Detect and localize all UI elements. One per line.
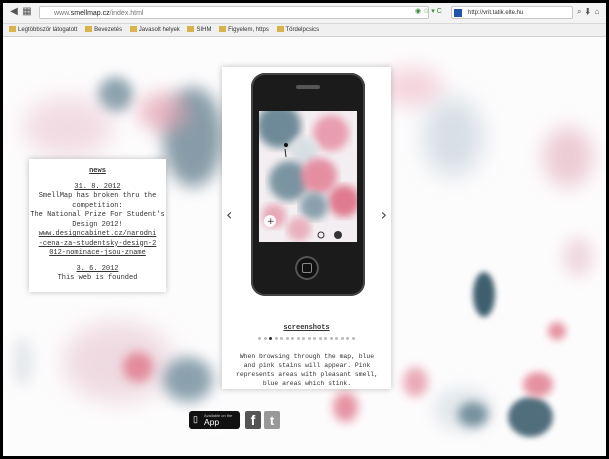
smell-map: +: [259, 111, 357, 241]
carousel-dot[interactable]: [351, 337, 355, 340]
background-stain: [13, 337, 33, 387]
search-icon[interactable]: [317, 231, 325, 239]
back-icon[interactable]: ◀: [8, 6, 20, 18]
bookmark-icon: [9, 26, 16, 32]
carousel-dot[interactable]: [296, 337, 300, 340]
background-stain: [458, 402, 488, 427]
toolbar-icons[interactable]: ⌕⬇⌂: [577, 7, 603, 17]
facebook-icon[interactable]: f: [245, 411, 261, 429]
svg-text:+: +: [267, 217, 275, 227]
smellmap-page: news 31. 8. 2012 SmellMap has broken thr…: [3, 37, 606, 456]
location-icon[interactable]: [334, 231, 342, 239]
background-stain: [543, 127, 593, 187]
carousel-dot[interactable]: [318, 337, 322, 340]
url-prefix: www.: [54, 10, 71, 17]
carousel-dot[interactable]: [335, 337, 338, 340]
bookmark-icon: [85, 26, 93, 32]
background-stain: [403, 367, 428, 397]
carousel-dot[interactable]: [258, 337, 261, 340]
carousel-dot[interactable]: [324, 337, 327, 340]
background-stain: [23, 97, 113, 157]
browser-window: ◀ ▦ www.smellmap.cz/index.html ◉ ☆ ▾ C h…: [3, 3, 606, 456]
screenshot-viewer: ‹ › + screenshots When browsing through …: [222, 67, 391, 389]
bookmark-item[interactable]: Legtöbbször látogatott: [9, 24, 77, 36]
carousel-dot[interactable]: [285, 337, 289, 340]
carousel-dot[interactable]: [329, 337, 333, 340]
carousel-dot[interactable]: [269, 337, 272, 340]
background-stain: [508, 397, 553, 437]
carousel-dot[interactable]: [274, 337, 278, 340]
carousel-dot[interactable]: [280, 337, 283, 340]
phone-mockup: +: [251, 73, 365, 296]
news-date: 31. 8. 2012: [74, 182, 121, 191]
prev-arrow-icon[interactable]: ‹: [226, 205, 232, 224]
phone-screen: +: [259, 111, 357, 242]
screenshots-caption: screenshots: [283, 324, 330, 332]
background-stain: [473, 272, 495, 317]
news-link[interactable]: www.designcabinet.cz/narodni-cena-za-stu…: [29, 230, 166, 259]
carousel-dot[interactable]: [307, 337, 311, 340]
appstore-big-text: App Store: [204, 417, 225, 437]
apple-icon: ▯: [193, 414, 198, 424]
background-stain: [138, 92, 188, 132]
search-text: http://vrit.tatik.elte.hu: [468, 10, 524, 16]
background-stain: [423, 97, 483, 177]
navigation-bar: ◀ ▦ www.smellmap.cz/index.html ◉ ☆ ▾ C h…: [3, 3, 606, 24]
search-bar[interactable]: http://vrit.tatik.elte.hu: [451, 6, 573, 19]
background-stain: [523, 372, 553, 397]
bookmark-item[interactable]: Tördelpcsics: [276, 24, 319, 36]
background-stain: [63, 322, 173, 402]
background-stain: [383, 67, 443, 107]
next-arrow-icon[interactable]: ›: [381, 205, 387, 224]
news-heading: news: [89, 167, 106, 175]
bookmark-icon: [187, 26, 195, 32]
bookmark-item[interactable]: Javasolt helyek: [129, 24, 180, 36]
bookmark-item[interactable]: Bevezetés: [85, 24, 122, 36]
bookmark-icon: [276, 26, 284, 32]
background-stain: [123, 352, 153, 382]
carousel-dot[interactable]: [313, 337, 316, 340]
bookmarks-bar: Legtöbbször látogatott Bevezetés Javasol…: [3, 24, 606, 37]
address-bar[interactable]: www.smellmap.cz/index.html: [39, 6, 429, 19]
url-host: smellmap.cz: [70, 10, 110, 17]
carousel-dot[interactable]: [291, 337, 294, 340]
background-stain: [563, 237, 593, 277]
carousel-dots[interactable]: [258, 337, 358, 343]
home-button: [295, 256, 319, 280]
news-panel: news 31. 8. 2012 SmellMap has broken thr…: [29, 159, 166, 292]
news-date: 3. 6. 2012: [76, 264, 119, 273]
carousel-dot[interactable]: [263, 337, 267, 340]
bookmark-item[interactable]: Figyelem, https: [219, 24, 269, 36]
news-text: This web is founded: [57, 274, 138, 282]
background-stain: [163, 357, 213, 402]
bookmark-icon: [129, 26, 137, 32]
reload-icon[interactable]: ◉ ☆ ▾ C: [415, 7, 442, 15]
news-text: SmellMap has broken thru the competition…: [38, 192, 157, 210]
bookmark-icon: [219, 26, 227, 32]
grid-icon[interactable]: ▦: [21, 6, 33, 18]
screenshot-description: When browsing through the map, blue and …: [236, 353, 378, 387]
url-path: /index.html: [109, 10, 144, 17]
background-stain: [98, 77, 133, 112]
carousel-dot[interactable]: [302, 337, 305, 340]
carousel-dot[interactable]: [340, 337, 344, 340]
news-text: The National Prize For Student's Design …: [30, 211, 165, 229]
carousel-dot[interactable]: [346, 337, 349, 340]
app-store-badge[interactable]: ▯ Available on the App Store: [189, 411, 240, 437]
search-engine-icon[interactable]: [454, 9, 462, 17]
background-stain: [548, 322, 566, 340]
twitter-icon[interactable]: t: [264, 411, 280, 429]
background-stain: [333, 392, 358, 422]
bookmark-item[interactable]: SIHM: [187, 24, 211, 36]
phone-speaker: [296, 85, 320, 89]
